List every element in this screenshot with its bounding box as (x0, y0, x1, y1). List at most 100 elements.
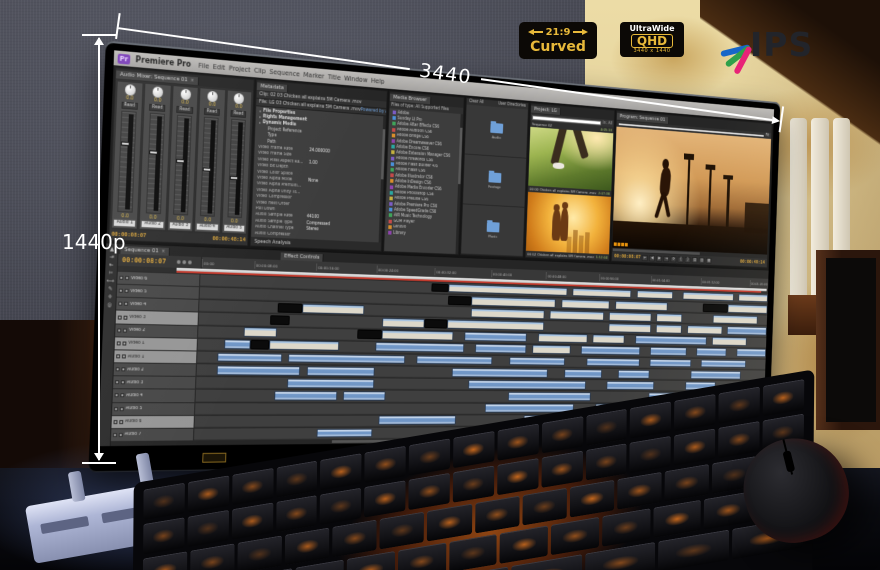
menu-project[interactable]: Project (227, 64, 253, 74)
timeline-clip[interactable] (561, 299, 610, 309)
timeline-clip[interactable] (650, 359, 691, 368)
step-forward-icon[interactable]: ⇥ (664, 255, 670, 261)
timeline-clip[interactable] (609, 323, 651, 332)
menu-sequence[interactable]: Sequence (267, 67, 301, 78)
timeline-clip[interactable] (581, 346, 640, 356)
pan-knob[interactable] (207, 91, 217, 102)
timeline-clip[interactable] (586, 358, 639, 367)
volume-fader[interactable] (227, 119, 245, 218)
timeline-clip[interactable] (532, 345, 571, 354)
timeline-clip[interactable] (217, 352, 282, 362)
automation-mode-dropdown[interactable]: Read (231, 110, 247, 118)
timeline-clip[interactable] (703, 303, 728, 312)
timeline-clip[interactable] (382, 330, 453, 340)
timeline-clip[interactable] (303, 304, 365, 315)
pan-knob[interactable] (153, 86, 164, 98)
fit-dropdown[interactable]: Fit (766, 134, 770, 138)
timeline-clip[interactable] (508, 392, 591, 401)
timeline-toggle-icons[interactable] (177, 260, 201, 265)
timeline-clip[interactable] (712, 337, 747, 346)
clip-thumbnail-couple[interactable] (526, 192, 611, 255)
menu-help[interactable]: Help (369, 76, 386, 85)
close-icon[interactable]: × (190, 77, 194, 83)
mark-in-icon[interactable]: { (678, 256, 684, 262)
timeline-clip[interactable] (269, 341, 339, 351)
timeline-clip[interactable] (216, 365, 300, 375)
timeline-clip[interactable] (270, 315, 289, 325)
timeline-clip[interactable] (701, 359, 746, 368)
timeline-clip[interactable] (468, 380, 585, 390)
timeline-clip[interactable] (306, 366, 374, 376)
timeline-clip[interactable] (683, 292, 734, 302)
folder-item[interactable]: Audio (465, 105, 528, 159)
automation-mode-dropdown[interactable]: Read (204, 108, 220, 116)
export-icon[interactable]: ▦ (706, 257, 712, 263)
timeline-clip[interactable] (656, 325, 682, 334)
timeline-clip[interactable] (738, 293, 768, 302)
close-icon[interactable]: × (161, 249, 165, 255)
folder-item[interactable]: Music (461, 204, 524, 257)
timeline-clip[interactable] (656, 313, 682, 322)
volume-fader[interactable] (200, 117, 219, 217)
timeline-clip[interactable] (244, 327, 277, 337)
timeline-clip[interactable] (475, 344, 526, 354)
timeline-clip[interactable] (451, 368, 548, 378)
timeline-clip[interactable] (687, 325, 723, 334)
timeline-clip[interactable] (343, 391, 386, 400)
pan-knob[interactable] (234, 93, 244, 104)
fader-handle[interactable] (203, 167, 211, 171)
timeline-clip[interactable] (728, 304, 768, 313)
volume-fader[interactable] (173, 115, 192, 216)
timeline-clip[interactable] (277, 303, 303, 313)
insert-icon[interactable]: ▤ (692, 257, 698, 263)
timeline-clip[interactable] (615, 301, 668, 311)
fader-handle[interactable] (149, 150, 158, 154)
timeline-clip[interactable] (650, 347, 686, 356)
menu-window[interactable]: Window (342, 74, 369, 84)
timeline-clip[interactable] (564, 369, 602, 378)
timeline-clip[interactable] (736, 349, 766, 358)
mark-out-icon[interactable]: } (685, 256, 691, 262)
timeline-clip[interactable] (317, 428, 373, 438)
timeline-clip[interactable] (618, 370, 650, 379)
menu-marker[interactable]: Marker (301, 70, 326, 80)
step-back-icon[interactable]: ◀ (649, 255, 655, 261)
menu-clip[interactable]: Clip (252, 66, 268, 75)
timeline-clip[interactable] (471, 308, 545, 319)
folder-item[interactable]: Footage (463, 154, 526, 207)
timeline-clip[interactable] (636, 290, 673, 300)
loop-icon[interactable]: ⟳ (671, 256, 677, 262)
timeline-clip[interactable] (431, 283, 449, 293)
timeline-clip[interactable] (417, 355, 493, 365)
timeline-clip[interactable] (447, 320, 544, 331)
timeline-clip[interactable] (550, 310, 605, 320)
fader-handle[interactable] (230, 176, 238, 180)
timeline-clip[interactable] (449, 284, 568, 297)
timeline-clip[interactable] (378, 416, 455, 425)
timeline-clip[interactable] (592, 335, 624, 344)
pan-knob[interactable] (180, 89, 191, 101)
timeline-clip[interactable] (448, 296, 471, 306)
timeline-clip[interactable] (727, 326, 767, 335)
timeline-clip[interactable] (471, 296, 556, 307)
timeline-clip[interactable] (382, 318, 424, 328)
timeline-clip[interactable] (690, 370, 740, 379)
clip-thumbnail-runner-legs[interactable] (528, 127, 613, 191)
timeline-clip[interactable] (635, 336, 707, 346)
timeline-clip[interactable] (509, 357, 565, 366)
play-icon[interactable]: ▶ (657, 255, 663, 261)
go-to-in-icon[interactable]: ⇤ (642, 255, 648, 261)
timeline-clip[interactable] (607, 381, 655, 390)
automation-mode-dropdown[interactable]: Read (177, 106, 193, 114)
timeline-clip[interactable] (464, 332, 527, 342)
menu-title[interactable]: Title (326, 73, 343, 82)
search-in-label[interactable]: In: All (603, 121, 613, 126)
menu-file[interactable]: File (196, 61, 211, 70)
timeline-clip[interactable] (713, 315, 758, 324)
volume-fader[interactable] (146, 113, 165, 214)
timeline-clip[interactable] (696, 348, 726, 357)
timeline-clip[interactable] (224, 340, 250, 350)
timeline-clip[interactable] (572, 288, 631, 298)
timeline-clip[interactable] (288, 353, 405, 364)
timeline-clip[interactable] (424, 319, 448, 329)
